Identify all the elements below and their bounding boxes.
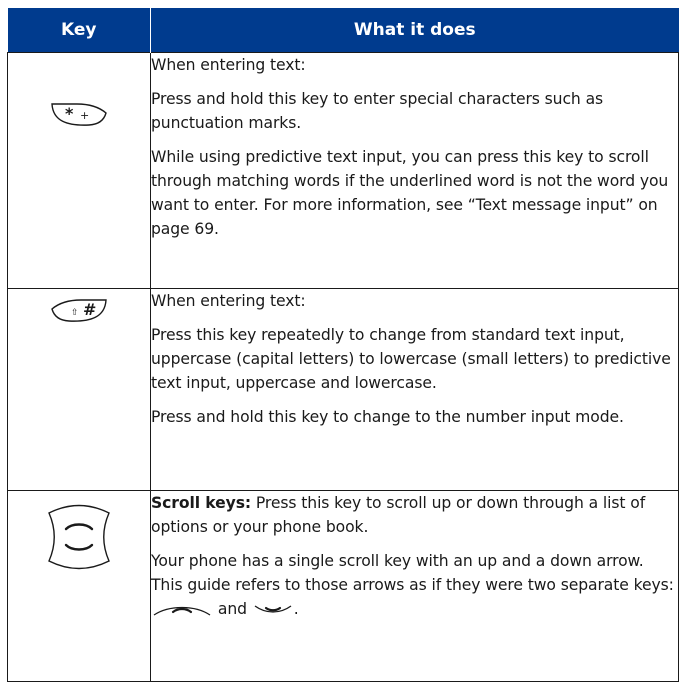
key-cell (7, 490, 151, 682)
row1-paragraph-3: While using predictive text input, you c… (151, 148, 669, 238)
scroll-key-icon (48, 504, 110, 570)
row2-paragraph-2: Press this key repeatedly to change from… (151, 326, 671, 392)
scroll-keys-label: Scroll keys: (151, 494, 252, 512)
table-row: * + When entering text: Press and hold t… (7, 52, 679, 289)
row2-paragraph-3: Press and hold this key to change to the… (151, 408, 624, 426)
row3-paragraph-1: Scroll keys: Press this key to scroll up… (151, 491, 678, 539)
scroll-text-end: . (293, 600, 299, 618)
scroll-text-before: Your phone has a single scroll key with … (151, 552, 674, 594)
scroll-down-icon (254, 604, 292, 613)
row1-paragraph-1: When entering text: (151, 56, 306, 74)
description-cell: Scroll keys: Press this key to scroll up… (150, 490, 679, 682)
svg-text:⇧: ⇧ (71, 308, 79, 318)
key-cell: ⇧ # (7, 288, 151, 491)
svg-text:+: + (80, 109, 89, 122)
scroll-up-icon (153, 606, 211, 616)
table-row: ⇧ # When entering text: Press this key r… (7, 288, 679, 491)
shift-hash-key-icon: ⇧ # (51, 299, 107, 322)
table-header-row: Key What it does (7, 8, 679, 53)
svg-text:#: # (83, 300, 96, 319)
row2-paragraph-1: When entering text: (151, 292, 306, 310)
description-cell: When entering text: Press and hold this … (150, 52, 679, 289)
description-cell: When entering text: Press this key repea… (150, 288, 679, 491)
row3-paragraph-2: Your phone has a single scroll key with … (151, 549, 678, 621)
key-function-table: Key What it does * + When entering text:… (7, 8, 679, 682)
table-row: Scroll keys: Press this key to scroll up… (7, 490, 679, 682)
header-key: Key (7, 8, 151, 53)
star-plus-key-icon: * + (51, 103, 107, 126)
scroll-text-and: and (213, 600, 252, 618)
header-what-it-does: What it does (150, 8, 679, 53)
row1-paragraph-2: Press and hold this key to enter special… (151, 90, 604, 132)
svg-text:*: * (65, 104, 74, 123)
key-cell: * + (7, 52, 151, 289)
